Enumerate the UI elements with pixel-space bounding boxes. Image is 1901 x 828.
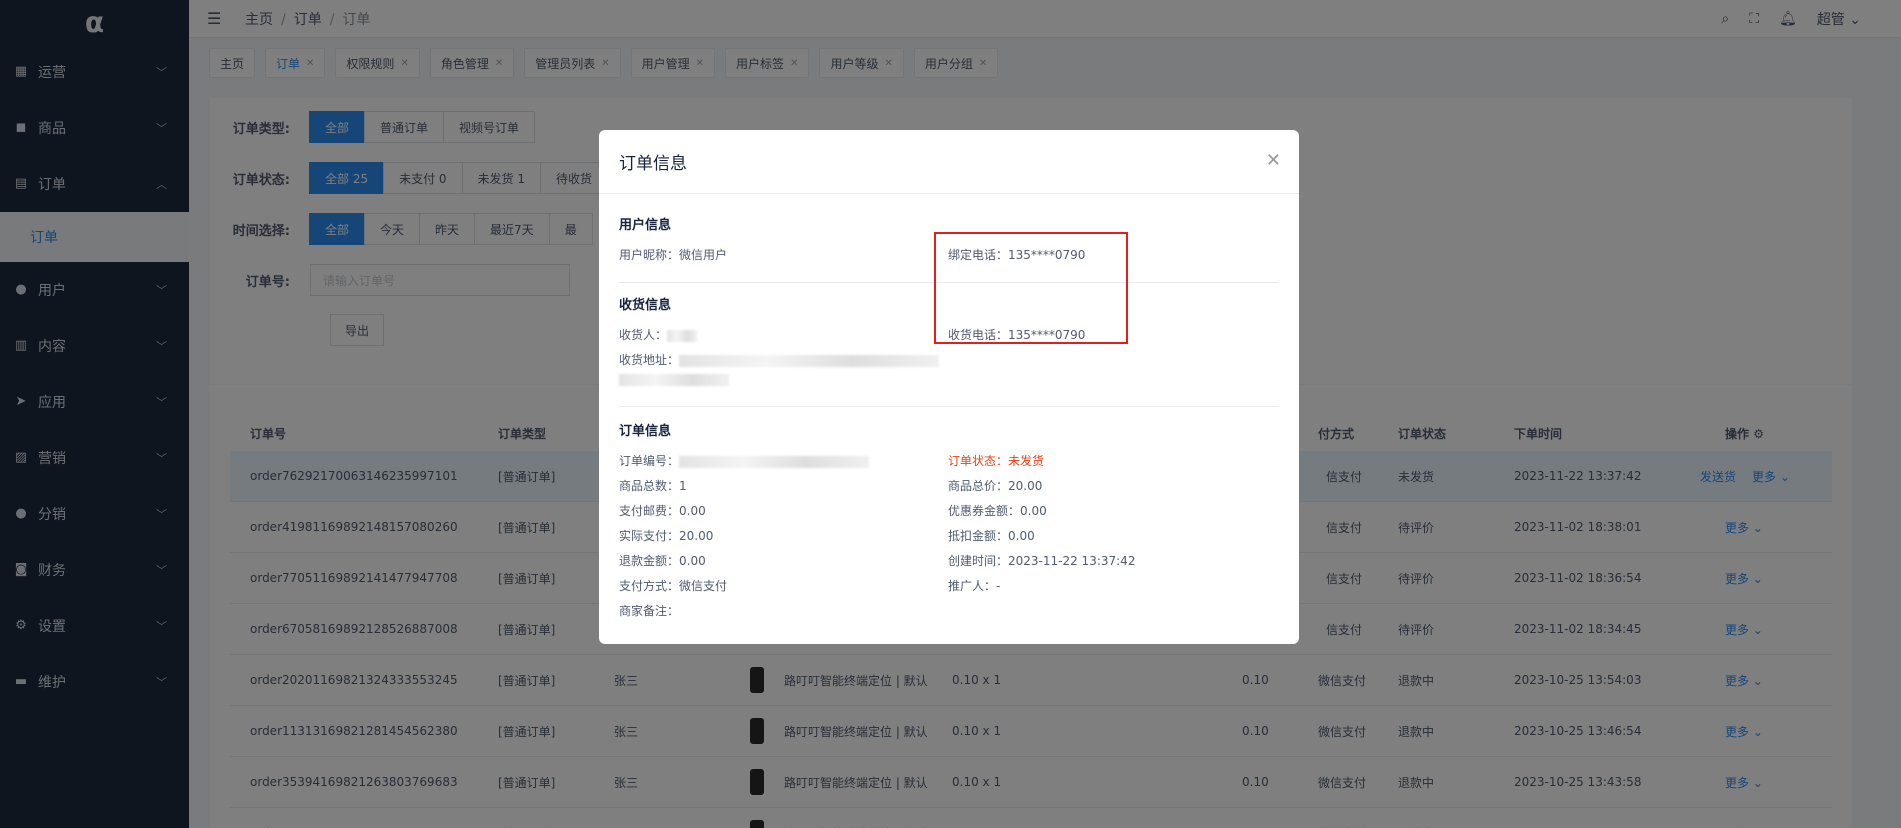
promoter: 推广人：- — [948, 579, 1001, 593]
deduct-amount: 抵扣金额：0.00 — [948, 529, 1035, 543]
address: 收货地址： — [619, 351, 940, 368]
redacted-order-no — [679, 455, 870, 468]
close-icon[interactable]: ✕ — [1266, 150, 1281, 171]
postage: 支付邮费：0.00 — [619, 504, 706, 518]
order-info-heading: 订单信息 — [619, 424, 672, 439]
coupon-amount: 优惠券金额：0.00 — [948, 504, 1047, 518]
receiver: 收货人： — [619, 326, 698, 343]
order-info-modal: 订单信息 ✕ 用户信息 用户昵称：微信用户 绑定电话：135****0790 收… — [599, 130, 1299, 644]
address-cont — [619, 372, 729, 386]
shipping-info-heading: 收货信息 — [619, 298, 672, 313]
refund-amount: 退款金额：0.00 — [619, 554, 706, 568]
modal-title: 订单信息 — [599, 130, 1299, 194]
goods-total: 商品总价：20.00 — [948, 479, 1043, 493]
redacted-receiver — [667, 329, 698, 342]
highlight-annotation-box — [934, 232, 1128, 344]
order-number: 订单编号： — [619, 452, 870, 469]
created-time: 创建时间：2023-11-22 13:37:42 — [948, 554, 1136, 568]
user-nickname: 用户昵称：微信用户 — [619, 248, 728, 262]
order-status: 订单状态：未发货 — [948, 454, 1045, 468]
goods-count: 商品总数：1 — [619, 479, 687, 493]
pay-method: 支付方式：微信支付 — [619, 579, 728, 593]
divider — [619, 406, 1279, 407]
merchant-remark: 商家备注： — [619, 604, 680, 618]
redacted-address-line2 — [619, 373, 729, 386]
paid-amount: 实际支付：20.00 — [619, 529, 714, 543]
redacted-address — [679, 354, 940, 367]
user-info-heading: 用户信息 — [619, 218, 672, 233]
